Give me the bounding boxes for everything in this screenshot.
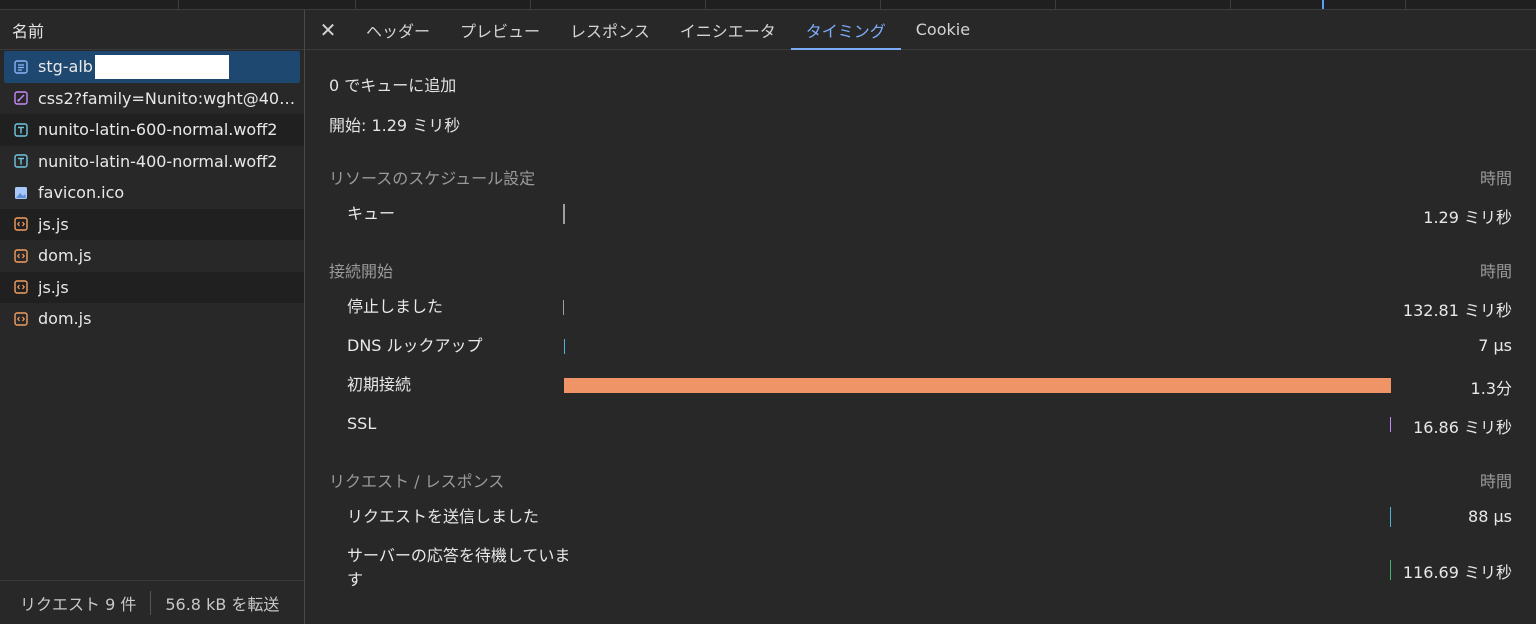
request-row[interactable]: favicon.ico — [0, 177, 304, 209]
timing-value-initial-connection: 1.3分 — [1470, 379, 1512, 398]
devtools-network-panel: 名前 stg-alb css2?family=Nunito:wght@40… nun… — [0, 0, 1536, 624]
timing-label-stalled: 停止しました — [347, 297, 444, 316]
timing-bar-queue — [563, 204, 565, 224]
font-icon — [14, 123, 28, 137]
request-name: css2?family=Nunito:wght@40… — [38, 88, 296, 108]
timing-label-queue: キュー — [347, 204, 396, 223]
grid-line — [178, 0, 179, 9]
grid-line — [530, 0, 531, 9]
request-name: js.js — [38, 277, 69, 297]
grid-line — [1405, 0, 1406, 9]
name-column-header[interactable]: 名前 — [0, 10, 304, 50]
request-row[interactable]: dom.js — [0, 240, 304, 272]
script-icon — [14, 217, 28, 231]
section-title-connection: 接続開始 — [329, 262, 394, 281]
tab-5[interactable]: Cookie — [901, 10, 985, 49]
timing-label-waiting: サーバーの応答を待機しています — [347, 546, 571, 589]
request-name: nunito-latin-400-normal.woff2 — [38, 151, 278, 171]
request-row[interactable]: dom.js — [0, 303, 304, 335]
request-row[interactable]: stg-alb — [4, 51, 300, 83]
timing-value-waiting: 116.69 ミリ秒 — [1402, 563, 1512, 582]
timing-bar-dns — [564, 339, 565, 354]
grid-line — [355, 0, 356, 9]
request-list: 名前 stg-alb css2?family=Nunito:wght@40… nun… — [0, 10, 305, 624]
request-row[interactable]: css2?family=Nunito:wght@40… — [0, 83, 304, 115]
request-name: js.js — [38, 214, 69, 234]
grid-line — [1055, 0, 1056, 9]
overview-timeline[interactable] — [0, 0, 1536, 10]
request-rows: stg-alb css2?family=Nunito:wght@40… nunito… — [0, 51, 304, 335]
timing-bar-ssl — [1390, 417, 1391, 432]
request-name: nunito-latin-600-normal.woff2 — [38, 120, 278, 140]
script-icon — [14, 280, 28, 294]
section-time-header: 時間 — [1479, 472, 1512, 491]
timing-bar-initial-connection — [564, 378, 1391, 393]
request-name: stg-alb — [38, 57, 93, 77]
timing-label-ssl: SSL — [347, 414, 377, 433]
redacted-block — [94, 54, 229, 79]
section-title-scheduling: リソースのスケジュール設定 — [329, 169, 536, 188]
timing-bar-waiting — [1390, 560, 1391, 580]
request-row[interactable]: nunito-latin-600-normal.woff2 — [0, 114, 304, 146]
document-icon — [14, 60, 28, 74]
request-name: favicon.ico — [38, 183, 125, 203]
timing-bar-stalled — [563, 300, 564, 315]
transferred-size: 56.8 kB を転送 — [165, 594, 280, 614]
timeline-marker — [1322, 0, 1324, 9]
image-icon — [14, 186, 28, 200]
request-count: リクエスト 9 件 — [0, 590, 152, 615]
timing-value-request-sent: 88 μs — [1468, 507, 1512, 526]
timing-bar-request-sent — [1390, 507, 1391, 527]
font-icon — [14, 154, 28, 168]
grid-line — [880, 0, 881, 9]
tab-1[interactable]: プレビュー — [445, 10, 555, 49]
request-name: dom.js — [38, 309, 92, 329]
tab-2[interactable]: レスポンス — [555, 10, 665, 49]
timing-value-queue: 1.29 ミリ秒 — [1423, 208, 1512, 227]
grid-line — [1230, 0, 1231, 9]
queued-at: 0 でキューに追加 — [329, 76, 457, 95]
section-title-request-response: リクエスト / レスポンス — [329, 472, 505, 491]
request-details: ✕ ヘッダー プレビュー レスポンス イニシエータ タイミング Cookie 0 でキュー… — [305, 10, 1536, 624]
section-time-header: 時間 — [1479, 169, 1512, 188]
started-at: 開始: 1.29 ミリ秒 — [329, 116, 461, 135]
tab-0[interactable]: ヘッダー — [351, 10, 445, 49]
close-icon[interactable]: ✕ — [305, 10, 351, 49]
timing-value-ssl: 16.86 ミリ秒 — [1413, 418, 1512, 437]
detail-tabs: ✕ ヘッダー プレビュー レスポンス イニシエータ タイミング Cookie — [305, 10, 1536, 50]
request-row[interactable]: js.js — [0, 271, 304, 303]
script-icon — [14, 249, 28, 263]
timing-label-request-sent: リクエストを送信しました — [347, 507, 540, 526]
grid-line — [705, 0, 706, 9]
script-icon — [14, 312, 28, 326]
section-time-header: 時間 — [1479, 262, 1512, 281]
timing-value-stalled: 132.81 ミリ秒 — [1402, 301, 1512, 320]
request-row[interactable]: nunito-latin-400-normal.woff2 — [0, 146, 304, 178]
status-bar: リクエスト 9 件 56.8 kB を転送 — [0, 580, 304, 624]
timing-label-initial-connection: 初期接続 — [347, 375, 412, 394]
tab-3[interactable]: イニシエータ — [665, 10, 791, 49]
request-name: dom.js — [38, 246, 92, 266]
timing-label-dns: DNS ルックアップ — [347, 336, 483, 355]
tab-4[interactable]: タイミング — [790, 10, 901, 50]
stylesheet-icon — [14, 91, 28, 105]
request-row[interactable]: js.js — [0, 208, 304, 240]
timing-value-dns: 7 μs — [1478, 336, 1512, 355]
